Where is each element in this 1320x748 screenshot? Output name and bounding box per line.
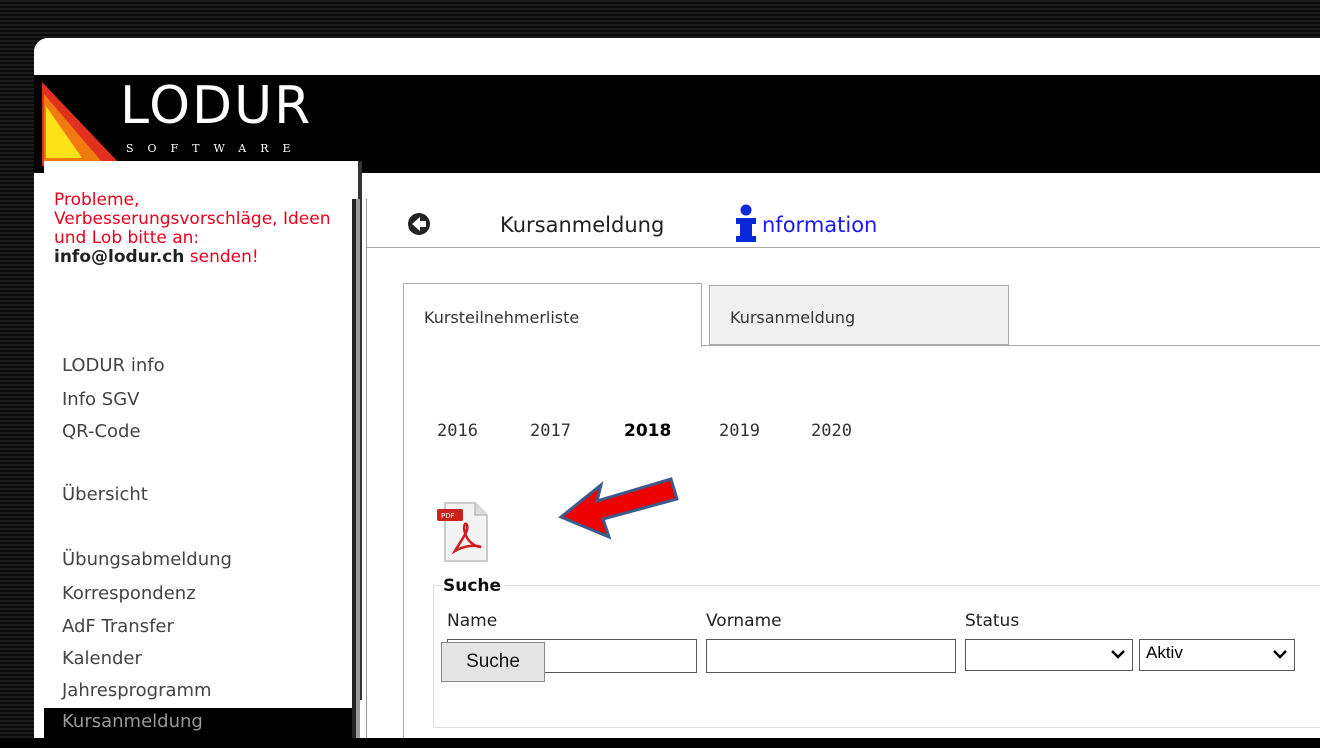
sidebar-item-label: Kursanmeldung — [62, 711, 203, 732]
notice-suffix: senden! — [184, 247, 259, 267]
year-2016[interactable]: 2016 — [437, 421, 478, 441]
tab-label: Kursteilnehmerliste — [424, 308, 580, 327]
back-arrow-icon[interactable] — [407, 212, 431, 236]
chevron-down-icon — [1111, 650, 1125, 659]
logo-subtitle: SOFTWARE — [126, 142, 305, 155]
sidebar-item-jahresprogramm[interactable]: Jahresprogramm — [62, 680, 212, 701]
year-2017[interactable]: 2017 — [530, 421, 571, 441]
notice-email[interactable]: info@lodur.ch — [54, 247, 184, 267]
chevron-down-icon — [1273, 650, 1287, 659]
logo-wordmark: LODUR — [120, 76, 313, 136]
logo-triangle-icon — [42, 82, 122, 166]
sidebar-item-kursanmeldung[interactable]: Kursanmeldung — [44, 708, 355, 748]
sidebar-item-lodur-info[interactable]: LODUR info — [62, 355, 165, 376]
tab-divider — [702, 345, 1320, 346]
year-2019[interactable]: 2019 — [719, 421, 760, 441]
sidebar-item-kalender[interactable]: Kalender — [62, 648, 142, 669]
info-icon — [736, 204, 756, 242]
name-label: Name — [447, 611, 498, 631]
active-filter-select[interactable]: Aktiv — [1139, 639, 1295, 671]
year-2018-selected[interactable]: 2018 — [624, 421, 671, 441]
sidebar-item-uebersicht[interactable]: Übersicht — [62, 484, 148, 505]
tab-label: Kursanmeldung — [730, 308, 856, 327]
annotation-arrow-icon — [558, 477, 679, 540]
notice-text: Probleme, Verbesserungsvorschläge, Ideen… — [54, 190, 331, 248]
lodur-logo[interactable]: LODUR SOFTWARE — [42, 76, 372, 166]
information-label: nformation — [762, 213, 878, 237]
header-banner: LODUR SOFTWARE — [34, 75, 1320, 173]
main-content: Kursanmeldung nformation Kursteilnehmerl… — [366, 199, 1320, 738]
vorname-input[interactable] — [706, 639, 956, 673]
search-button[interactable]: Suche — [441, 642, 545, 682]
sidebar-item-uebungsabmeldung[interactable]: Übungsabmeldung — [62, 549, 232, 570]
sidebar-divider-shadow — [356, 199, 360, 738]
status-label: Status — [965, 611, 1020, 631]
svg-text:PDF: PDF — [441, 512, 455, 520]
sidebar-item-qr-code[interactable]: QR-Code — [62, 421, 141, 442]
sidebar: Probleme, Verbesserungsvorschläge, Ideen… — [44, 161, 362, 748]
year-2020[interactable]: 2020 — [811, 421, 852, 441]
page-toolbar: Kursanmeldung nformation — [367, 199, 1320, 248]
content-border — [403, 346, 404, 738]
active-filter-value: Aktiv — [1146, 643, 1183, 662]
search-legend: Suche — [443, 576, 506, 596]
tab-kursteilnehmerliste[interactable]: Kursteilnehmerliste — [403, 283, 702, 347]
vorname-label: Vorname — [706, 611, 782, 631]
sidebar-item-adf-transfer[interactable]: AdF Transfer — [62, 616, 174, 637]
sidebar-item-info-sgv[interactable]: Info SGV — [62, 389, 139, 410]
tab-kursanmeldung[interactable]: Kursanmeldung — [709, 285, 1009, 345]
status-select[interactable] — [965, 639, 1133, 671]
page-title: Kursanmeldung — [500, 213, 665, 237]
pdf-export-icon[interactable]: PDF — [437, 501, 489, 563]
title-bar — [34, 38, 1320, 75]
feedback-notice: Probleme, Verbesserungsvorschläge, Ideen… — [54, 191, 354, 267]
sidebar-item-korrespondenz[interactable]: Korrespondenz — [62, 583, 196, 604]
